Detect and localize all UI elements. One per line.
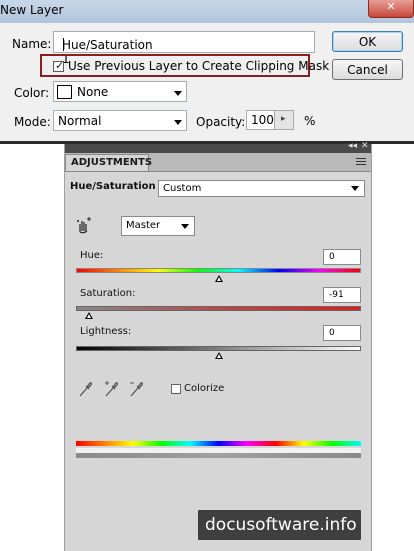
input-color-bar xyxy=(76,441,361,446)
ok-button[interactable]: OK xyxy=(332,31,403,52)
saturation-label: Saturation: xyxy=(80,288,136,299)
targeted-adjustment-hand-icon[interactable] xyxy=(75,216,93,234)
preset-select-value: Custom xyxy=(163,183,202,194)
hue-slider-thumb[interactable] xyxy=(214,275,223,282)
eyedropper-icon[interactable] xyxy=(77,380,93,398)
lightness-slider-track[interactable] xyxy=(76,346,361,351)
adjustment-title: Hue/Saturation xyxy=(70,181,156,192)
layer-name-input[interactable]: Hue/Saturation 1 xyxy=(53,31,315,66)
ok-button-label: OK xyxy=(358,35,377,49)
saturation-slider-thumb[interactable] xyxy=(84,312,93,319)
eyedropper-minus-icon[interactable] xyxy=(128,380,144,398)
cancel-button-label: Cancel xyxy=(347,63,388,77)
hue-slider-track[interactable] xyxy=(76,268,361,273)
lightness-slider-thumb[interactable] xyxy=(214,352,223,359)
hue-label: Hue: xyxy=(80,250,104,261)
close-icon: ✕ xyxy=(386,0,396,13)
color-swatch xyxy=(57,85,72,99)
opacity-value: 100 xyxy=(251,113,274,127)
tab-adjustments-label: ADJUSTMENTS xyxy=(71,157,153,168)
color-label: Color: xyxy=(14,86,50,100)
chevron-down-icon xyxy=(174,120,182,125)
saturation-input[interactable]: -91 xyxy=(323,287,361,303)
opacity-input[interactable]: 100 xyxy=(246,110,275,130)
channel-select[interactable]: Master xyxy=(121,216,195,236)
saturation-slider-track[interactable] xyxy=(76,306,361,311)
panel-menu-icon[interactable] xyxy=(356,158,366,167)
close-icon[interactable]: ✕ xyxy=(361,141,369,151)
hue-input[interactable]: 0 xyxy=(323,249,361,265)
opacity-label: Opacity: xyxy=(196,115,246,129)
mode-select[interactable]: Normal xyxy=(53,110,187,131)
clipping-mask-checkbox[interactable]: ✓ xyxy=(53,59,65,72)
channel-select-value: Master xyxy=(126,220,161,231)
mode-select-value: Normal xyxy=(58,114,102,128)
colorize-checkbox[interactable] xyxy=(171,384,181,394)
panel-header: ◂◂ ✕ xyxy=(65,141,371,153)
text-caret xyxy=(63,38,64,51)
chevron-down-icon xyxy=(174,91,182,96)
dialog-titlebar: New Layer xyxy=(0,0,414,23)
clipping-mask-label: Use Previous Layer to Create Clipping Ma… xyxy=(68,59,330,73)
name-label: Name: xyxy=(12,37,52,51)
triangle-right-icon: ▸ xyxy=(281,114,286,124)
cancel-button[interactable]: Cancel xyxy=(332,59,403,80)
opacity-stepper[interactable]: ▸ xyxy=(274,110,294,130)
lightness-value: 0 xyxy=(329,328,335,338)
opacity-unit: % xyxy=(304,114,316,128)
colorize-label: Colorize xyxy=(184,383,225,394)
lightness-label: Lightness: xyxy=(80,326,132,337)
mode-label: Mode: xyxy=(14,115,51,129)
preset-select[interactable]: Custom xyxy=(158,180,365,197)
tab-adjustments[interactable]: ADJUSTMENTS xyxy=(65,154,153,171)
lightness-input[interactable]: 0 xyxy=(323,325,361,341)
new-layer-dialog: New Layer ✕ Name: Hue/Saturation 1 ✓ Use… xyxy=(0,0,414,144)
chevron-down-icon xyxy=(181,224,189,229)
color-select[interactable]: None xyxy=(53,81,187,102)
collapse-icon[interactable]: ◂◂ xyxy=(348,141,357,151)
output-color-bar xyxy=(76,453,361,458)
dialog-title: New Layer xyxy=(0,3,64,17)
checkmark-icon: ✓ xyxy=(55,59,65,72)
close-button[interactable]: ✕ xyxy=(368,0,414,18)
eyedropper-plus-icon[interactable] xyxy=(103,380,119,398)
saturation-value: -91 xyxy=(329,290,344,300)
watermark-text: docusoftware.info xyxy=(205,515,357,535)
hue-value: 0 xyxy=(329,252,335,262)
adjustments-panel: ◂◂ ✕ ADJUSTMENTS Hue/Saturation Custom M… xyxy=(64,141,372,551)
chevron-down-icon xyxy=(351,186,359,191)
panel-tab-row: ADJUSTMENTS xyxy=(65,153,371,172)
watermark: docusoftware.info xyxy=(198,510,361,540)
color-select-value: None xyxy=(77,85,109,99)
